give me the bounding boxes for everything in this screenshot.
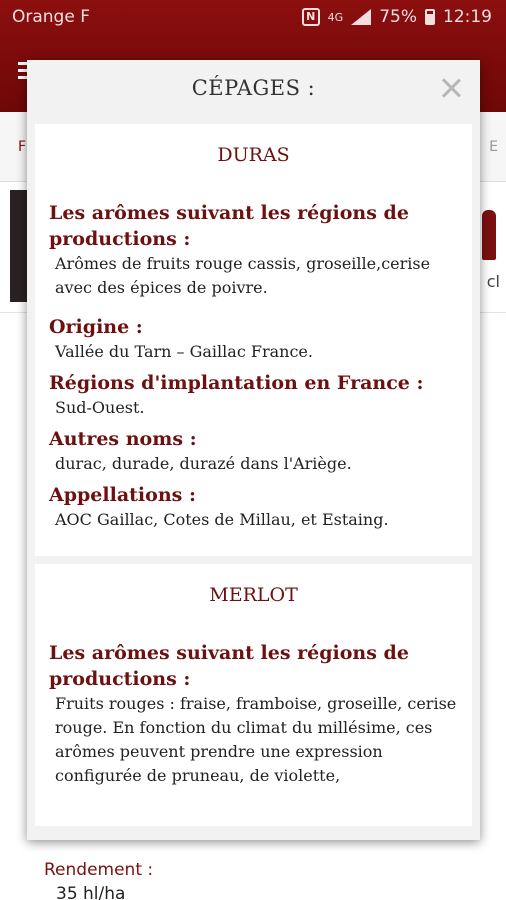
carrier-label: Orange F	[12, 7, 90, 27]
cepage-card-duras: DURAS Les arômes suivant les régions de …	[35, 124, 472, 556]
section-text: Arômes de fruits rouge cassis, groseille…	[55, 254, 431, 297]
cepages-dialog: CÉPAGES : DURAS Les arômes suivant les r…	[27, 60, 480, 840]
tab-partial-right[interactable]: E	[489, 139, 498, 155]
status-bar: Orange F N 4G 75% 12:19	[0, 0, 506, 36]
section-heading: Appellations :	[49, 484, 196, 506]
dialog-header: CÉPAGES :	[27, 60, 480, 120]
tab-partial-left[interactable]: F	[18, 139, 26, 155]
battery-icon	[425, 9, 435, 25]
dialog-title: CÉPAGES :	[191, 76, 316, 100]
section-text: Sud-Ouest.	[55, 398, 145, 417]
cepage-card-merlot: MERLOT Les arômes suivant les régions de…	[35, 564, 472, 826]
wine-thumbnail	[10, 190, 28, 302]
section-text: durac, durade, durazé dans l'Ariège.	[55, 454, 352, 473]
section-text: AOC Gaillac, Cotes de Millau, et Estaing…	[55, 510, 389, 529]
section-heading: Les arômes suivant les régions de produc…	[49, 202, 409, 250]
cepage-name: MERLOT	[209, 584, 298, 606]
clock: 12:19	[443, 7, 492, 27]
status-icons: N 4G 75% 12:19	[301, 7, 492, 27]
section-heading: Les arômes suivant les régions de produc…	[49, 642, 409, 690]
cepage-name: DURAS	[217, 144, 290, 166]
section-heading: Origine :	[49, 316, 143, 338]
cepages-list[interactable]: DURAS Les arômes suivant les régions de …	[35, 124, 472, 840]
nfc-icon: N	[301, 8, 320, 26]
signal-icon	[351, 9, 372, 25]
section-text: Fruits rouges : fraise, framboise, grose…	[55, 694, 457, 785]
section-heading: Régions d'implantation en France :	[49, 372, 424, 394]
rendement-label: Rendement :	[44, 860, 154, 880]
section-heading: Autres noms :	[49, 428, 197, 450]
bottle-icon	[482, 210, 496, 260]
close-icon[interactable]	[440, 77, 462, 99]
rendement-value: 35 hl/ha	[56, 884, 126, 900]
battery-percent: 75%	[379, 7, 417, 27]
partial-label: cl	[486, 272, 500, 291]
section-text: Vallée du Tarn – Gaillac France.	[55, 342, 313, 361]
network-label: 4G	[327, 10, 344, 24]
